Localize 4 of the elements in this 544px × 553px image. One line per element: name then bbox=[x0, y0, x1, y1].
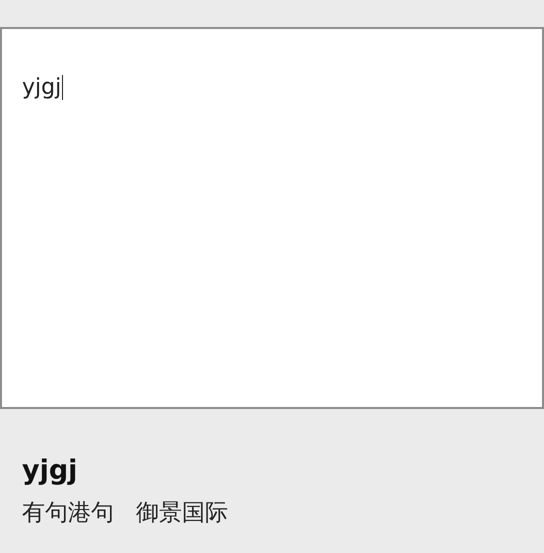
candidate-item[interactable]: 有句港句 bbox=[22, 497, 114, 529]
composition-text: yjgj bbox=[22, 454, 78, 488]
candidate-item[interactable]: 御景国际 bbox=[136, 497, 228, 529]
text-area[interactable]: yjgj bbox=[0, 27, 544, 409]
